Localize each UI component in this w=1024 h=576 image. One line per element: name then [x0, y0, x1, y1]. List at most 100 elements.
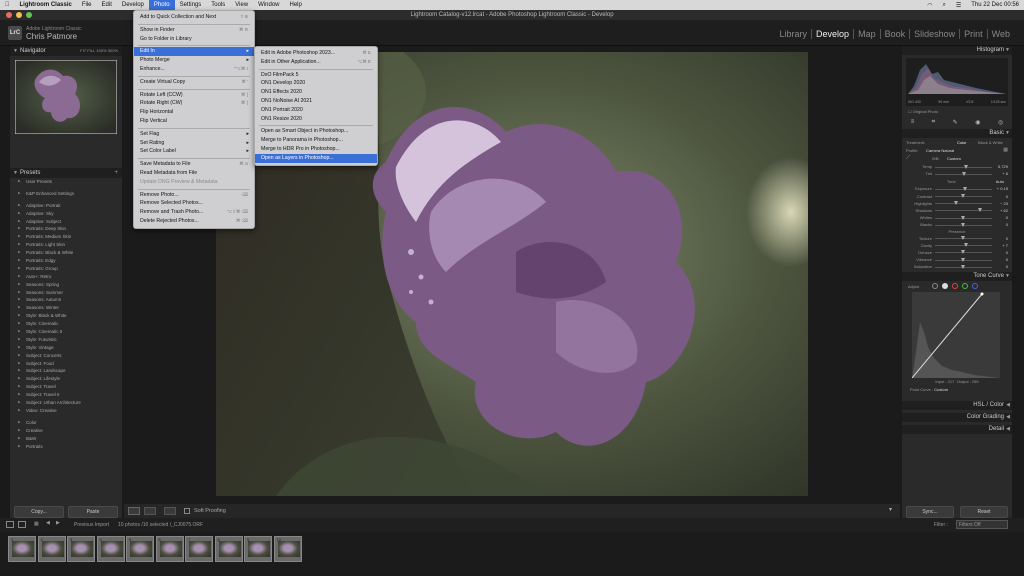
module-book[interactable]: Book — [879, 29, 910, 39]
treatment-color[interactable]: Color — [957, 140, 967, 145]
menu-help[interactable]: Help — [285, 2, 307, 8]
menu-item-remove-photo[interactable]: Remove Photo... ⌫ — [134, 191, 254, 200]
slider-track[interactable] — [935, 201, 992, 206]
add-preset-icon[interactable]: + — [114, 168, 118, 178]
preset-group-video-creative[interactable]: Video: Creative — [10, 407, 122, 415]
slider-exposure[interactable]: Exposure + 0.15 — [902, 185, 1012, 192]
preset-group-portraits-light-skin[interactable]: Portraits: Light Skin — [10, 241, 122, 249]
preset-group-style-cinematic[interactable]: Style: Cinematic — [10, 320, 122, 328]
slider-dehaze[interactable]: Dehaze 0 — [902, 249, 1012, 256]
slider-thumb[interactable] — [961, 215, 965, 220]
histogram-header[interactable]: Histogram ▼ — [902, 46, 1012, 55]
preset-group-portraits-deep-skin[interactable]: Portraits: Deep Skin — [10, 225, 122, 233]
preset-group-creative[interactable]: Creative — [10, 427, 122, 435]
menu-item-on1-nonoise-ai-2021[interactable]: ON1 NoNoise AI 2021 — [255, 97, 377, 106]
slider-thumb[interactable] — [963, 243, 968, 248]
slider-shadows[interactable]: Shadows + 62 — [902, 207, 1012, 214]
module-print[interactable]: Print — [959, 29, 987, 39]
preset-group-style-cinematic-ii[interactable]: Style: Cinematic II — [10, 328, 122, 336]
histogram[interactable]: ISO 400 50 mm f/2.8 1/125 sec — [906, 58, 1008, 106]
sync-button[interactable]: Sync... — [906, 506, 954, 518]
tone-curve-graph[interactable] — [911, 292, 1000, 379]
filmstrip-thumbnail[interactable]: 1 — [8, 536, 36, 562]
preset-group-adaptive-sky[interactable]: Adaptive: Sky — [10, 210, 122, 218]
preset-group-subject-landscape[interactable]: Subject: Landscape — [10, 367, 122, 375]
wb-eyedropper-icon[interactable]: ⟋ — [906, 155, 910, 162]
slider-track[interactable] — [935, 264, 992, 269]
preset-group-style-vintage[interactable]: Style: Vintage — [10, 344, 122, 352]
slider-thumb[interactable] — [954, 201, 959, 206]
before-after-icon[interactable] — [144, 507, 156, 515]
grid-icon[interactable]: ▦ — [34, 521, 39, 527]
slider-thumb[interactable] — [961, 194, 965, 199]
apple-icon[interactable]:  — [0, 2, 15, 8]
slider-value[interactable]: + 6 — [1002, 171, 1008, 176]
menu-item-rotate-right-cw[interactable]: Rotate Right (CW) ⌘ ] — [134, 99, 254, 108]
preset-group-k-p-enhanced-settings[interactable]: K&P Enhanced Settings — [10, 190, 122, 198]
preset-group-portraits-black-white[interactable]: Portraits: Black & White — [10, 249, 122, 257]
toolbar-menu-icon[interactable]: ▾ — [889, 506, 892, 513]
presets-header[interactable]: ▼ Presets + — [10, 168, 122, 178]
preset-group-seasons-autumn[interactable]: Seasons: Autumn — [10, 296, 122, 304]
menu-item-photo-merge[interactable]: Photo Merge ▸ — [134, 56, 254, 65]
menu-item-edit-in-adobe-photoshop-2023[interactable]: Edit in Adobe Photoshop 2023... ⌘ E — [255, 49, 377, 58]
healing-icon[interactable]: ✎ — [953, 119, 958, 126]
red-channel-icon[interactable] — [952, 283, 958, 290]
menu-item-merge-to-panorama-in-photoshop[interactable]: Merge to Panorama in Photoshop... — [255, 136, 377, 145]
slider-value[interactable]: 0 — [1006, 236, 1008, 241]
preset-group-adaptive-subject[interactable]: Adaptive: Subject — [10, 218, 122, 226]
filter-dropdown[interactable]: Filters Off — [956, 520, 1008, 529]
slider-tint[interactable]: Tint + 6 — [902, 170, 1012, 177]
search-icon[interactable]: ⌕ — [938, 2, 951, 9]
slider-highlights[interactable]: Highlights − 23 — [902, 200, 1012, 207]
slider-whites[interactable]: Whites 0 — [902, 214, 1012, 221]
slider-clarity[interactable]: Clarity + 7 — [902, 242, 1012, 249]
clock[interactable]: Thu 22 Dec 00:56 — [966, 2, 1024, 9]
slider-thumb[interactable] — [962, 186, 967, 191]
module-library[interactable]: Library — [776, 29, 812, 39]
slider-value[interactable]: 5,729 — [998, 164, 1008, 169]
preset-group-subject-travel-ii[interactable]: Subject: Travel II — [10, 391, 122, 399]
menu-item-add-to-quick-collection-and-next[interactable]: Add to Quick Collection and Next ⇧ B — [134, 13, 254, 22]
slider-value[interactable]: 0 — [1006, 264, 1008, 269]
preset-group-subject-lifestyle[interactable]: Subject: Lifestyle — [10, 375, 122, 383]
slider-value[interactable]: 0 — [1006, 222, 1008, 227]
module-web[interactable]: Web — [986, 29, 1014, 39]
tone-auto-button[interactable]: Auto — [996, 179, 1004, 184]
slider-track[interactable] — [935, 171, 992, 176]
menu-develop[interactable]: Develop — [117, 2, 149, 8]
slider-saturation[interactable]: Saturation 0 — [902, 263, 1012, 270]
crop-icon[interactable]: ⌗ — [932, 119, 935, 126]
slider-temp[interactable]: Temp 5,729 — [902, 163, 1012, 170]
menu-item-on1-portrait-2020[interactable]: ON1 Portrait 2020 — [255, 106, 377, 115]
point-curve-icon[interactable] — [942, 283, 948, 290]
preset-group-seasons-summer[interactable]: Seasons: Summer — [10, 289, 122, 297]
navigator-header[interactable]: ▼ Navigator FIT FILL 100% 300% — [10, 46, 122, 56]
preset-group-seasons-spring[interactable]: Seasons: Spring — [10, 281, 122, 289]
wb-dropdown[interactable]: Custom — [947, 156, 961, 161]
loupe-view-icon[interactable] — [128, 507, 140, 515]
red-eye-icon[interactable]: ◉ — [975, 119, 980, 126]
slider-thumb[interactable] — [961, 250, 965, 255]
preset-group-style-black-white[interactable]: Style: Black & White — [10, 312, 122, 320]
menu-item-remove-and-trash-photo[interactable]: Remove and Trash Photo... ⌥⇧⌘ ⌫ — [134, 208, 254, 217]
filmstrip-thumbnail[interactable]: 4 — [96, 536, 125, 562]
control-center-icon[interactable]: ☰ — [951, 2, 966, 9]
menu-item-edit-in-other-application[interactable]: Edit in Other Application... ⌥⌘ E — [255, 58, 377, 67]
wifi-icon[interactable]: ◠ — [922, 2, 937, 9]
slider-value[interactable]: − 23 — [1000, 201, 1008, 206]
basic-header[interactable]: Basic ▼ — [902, 129, 1012, 138]
slider-blacks[interactable]: Blacks 0 — [902, 221, 1012, 228]
blue-channel-icon[interactable] — [972, 283, 978, 290]
preset-group-subject-concerts[interactable]: Subject: Concerts — [10, 352, 122, 360]
copy-button[interactable]: Copy... — [14, 506, 64, 518]
slider-value[interactable]: + 7 — [1002, 243, 1008, 248]
module-slideshow[interactable]: Slideshow — [909, 29, 959, 39]
menu-item-open-as-smart-object-in-photoshop[interactable]: Open as Smart Object in Photoshop... — [255, 127, 377, 136]
slider-track[interactable] — [935, 250, 992, 255]
slider-value[interactable]: + 62 — [1000, 208, 1008, 213]
slider-thumb[interactable] — [978, 208, 983, 213]
close-window-button[interactable] — [6, 12, 12, 18]
preset-group-user-presets[interactable]: User Presets — [10, 178, 122, 186]
filmstrip-thumbnail[interactable]: 8 — [214, 536, 243, 562]
